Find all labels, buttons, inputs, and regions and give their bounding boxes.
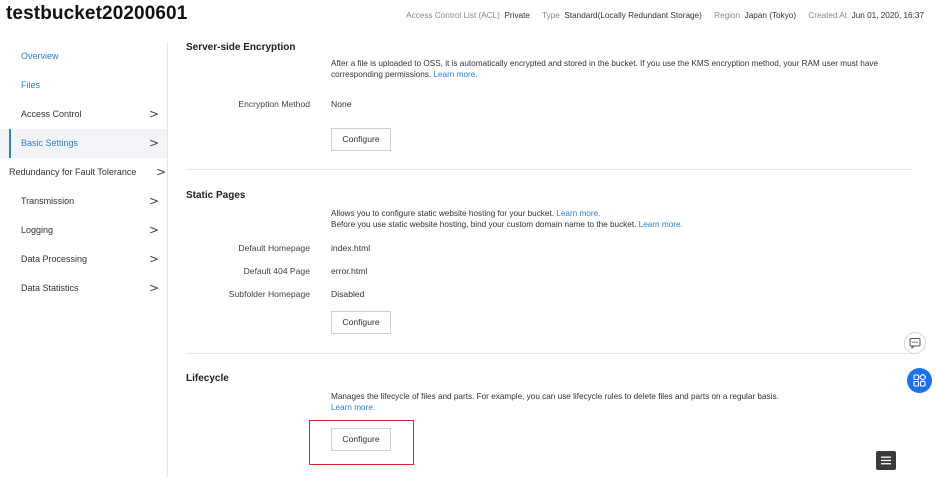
section-title-static-pages: Static Pages [186,190,246,201]
static-pages-domain-learn-more-link[interactable]: Learn more. [639,220,683,229]
static-pages-learn-more-link[interactable]: Learn more. [556,209,600,218]
bucket-meta: Access Control List (ACL) Private Type S… [406,11,924,20]
default-404-value: error.html [331,266,368,276]
static-pages-configure-button[interactable]: Configure [331,311,391,334]
static-pages-desc-text: Allows you to configure static website h… [331,209,554,218]
apps-grid-icon [913,374,926,387]
meta-region-label: Region [714,11,741,20]
static-pages-desc-line: Before you use static website hosting, b… [331,219,891,230]
default-404-label: Default 404 Page [243,266,310,276]
static-pages-desc-line: Allows you to configure static website h… [331,208,891,219]
meta-acl-value: Private [504,11,530,20]
meta-type-label: Type [542,11,560,20]
sidebar-item-label: Data Processing [21,254,88,264]
chevron-right-icon: > [148,107,159,121]
sidebar-item-label: Files [21,80,41,90]
chevron-right-icon: > [148,281,159,295]
apps-button[interactable] [907,368,932,393]
lifecycle-desc-text: Manages the lifecycle of files and parts… [331,392,779,401]
chat-bubble-icon [909,338,921,349]
sidebar-item-redundancy[interactable]: Redundancy for Fault Tolerance > [0,158,167,187]
sidebar-item-data-processing[interactable]: Data Processing > [0,245,167,274]
chevron-right-icon: > [148,194,159,208]
chevron-right-icon: > [148,136,159,150]
chevron-right-icon: > [148,252,159,266]
lifecycle-description: Manages the lifecycle of files and parts… [331,391,891,413]
sidebar-item-transmission[interactable]: Transmission > [0,187,167,216]
sidebar-item-access-control[interactable]: Access Control > [0,100,167,129]
section-title-encryption: Server-side Encryption [186,42,296,53]
sidebar-item-overview[interactable]: Overview [0,42,167,71]
sidebar-item-label: Overview [21,51,59,61]
lifecycle-learn-more-link[interactable]: Learn more. [331,403,375,412]
meta-acl-label: Access Control List (ACL) [406,11,500,20]
sidebar: Overview Files Access Control > Basic Se… [0,42,168,477]
section-divider [186,169,912,170]
default-homepage-value: index.html [331,243,371,253]
sidebar-item-label: Basic Settings [21,138,79,148]
encryption-learn-more-link[interactable]: Learn more. [433,70,477,79]
section-divider [186,353,912,354]
section-title-lifecycle: Lifecycle [186,373,229,384]
highlight-box [309,420,414,465]
bucket-header: testbucket20200601 Access Control List (… [0,0,936,32]
sidebar-item-label: Access Control [21,109,82,119]
chevron-right-icon: > [155,165,166,179]
sidebar-item-basic-settings[interactable]: Basic Settings > [0,129,167,158]
sidebar-item-logging[interactable]: Logging > [0,216,167,245]
sidebar-item-files[interactable]: Files [0,71,167,100]
default-homepage-label: Default Homepage [238,243,310,253]
menu-button[interactable] [876,451,896,470]
subfolder-homepage-value: Disabled [331,289,365,299]
chevron-right-icon: > [148,223,159,237]
meta-region-value: Japan (Tokyo) [744,11,797,20]
sidebar-item-label: Redundancy for Fault Tolerance [9,167,137,177]
static-pages-desc-text: Before you use static website hosting, b… [331,220,637,229]
sidebar-item-label: Transmission [21,196,75,206]
meta-created-value: Jun 01, 2020, 16:37 [851,11,924,20]
encryption-configure-button[interactable]: Configure [331,128,391,151]
encryption-method-value: None [331,99,352,109]
meta-type-value: Standard(Locally Redundant Storage) [564,11,702,20]
sidebar-item-label: Logging [21,225,54,235]
subfolder-homepage-label: Subfolder Homepage [228,289,310,299]
bucket-title: testbucket20200601 [6,3,188,24]
hamburger-menu-icon [881,456,891,465]
chat-button[interactable] [904,332,926,354]
encryption-method-label: Encryption Method [238,99,310,109]
meta-created-label: Created At [808,11,848,20]
static-pages-description: Allows you to configure static website h… [331,208,891,230]
encryption-desc-text: After a file is uploaded to OSS, it is a… [331,59,879,79]
sidebar-item-data-statistics[interactable]: Data Statistics > [0,274,167,303]
sidebar-item-label: Data Statistics [21,283,79,293]
encryption-description: After a file is uploaded to OSS, it is a… [331,58,891,80]
